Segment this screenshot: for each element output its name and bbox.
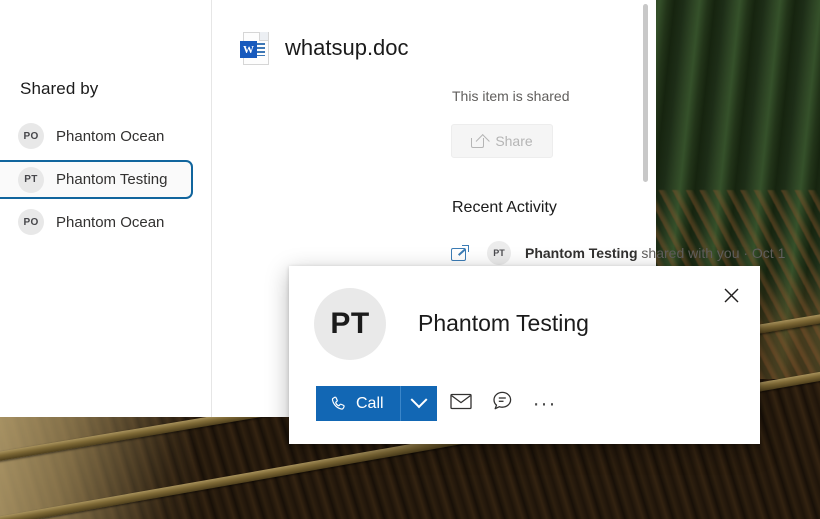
document-file-name: whatsup.doc (285, 35, 409, 60)
chevron-down-icon (410, 390, 428, 408)
screenshot-stage: Shared by PO Phantom Ocean PT Phantom Te… (0, 0, 820, 519)
call-button-label: Call (356, 394, 384, 412)
activity-actor: Phantom Testing (525, 245, 638, 261)
chat-action[interactable] (485, 387, 521, 421)
share-button-label: Share (495, 133, 533, 149)
activity-row[interactable]: PT Phantom Testing shared with you · Oct… (451, 238, 785, 268)
shared-by-heading: Shared by (20, 79, 99, 98)
activity-detail: shared with you · Oct 1 (637, 245, 786, 261)
scrollbar-thumb[interactable] (643, 4, 648, 182)
share-button[interactable]: Share (451, 124, 553, 158)
email-action[interactable] (443, 387, 479, 421)
more-icon: ··· (532, 392, 557, 415)
activity-text: Phantom Testing shared with you · Oct 1 (525, 245, 785, 261)
mail-icon (449, 393, 472, 415)
contact-name: Phantom Testing (418, 310, 589, 336)
share-icon (451, 245, 469, 261)
chat-icon (492, 391, 513, 416)
sidebar-item-person-1[interactable]: PT Phantom Testing (0, 160, 193, 199)
avatar: PO (18, 123, 44, 149)
contact-actions: Call ··· (316, 386, 563, 421)
call-options-button[interactable] (400, 386, 437, 421)
call-split-button: Call (316, 386, 437, 421)
avatar: PT (18, 166, 44, 193)
share-icon (471, 134, 487, 148)
word-icon-letter: W (240, 41, 257, 58)
phone-icon (329, 395, 347, 413)
avatar: PT (487, 241, 511, 265)
more-actions[interactable]: ··· (527, 387, 563, 421)
shared-status-text: This item is shared (452, 88, 570, 104)
person-name: Phantom Ocean (56, 213, 165, 231)
avatar: PO (18, 209, 44, 235)
avatar: PT (314, 288, 386, 360)
person-name: Phantom Ocean (56, 127, 165, 145)
person-name: Phantom Testing (56, 171, 168, 188)
word-document-icon: W (240, 32, 269, 65)
sidebar-item-person-0[interactable]: PO Phantom Ocean (0, 117, 191, 155)
close-icon[interactable] (716, 280, 746, 310)
call-button[interactable]: Call (316, 386, 400, 421)
document-header: W whatsup.doc (240, 32, 409, 65)
sidebar-item-person-2[interactable]: PO Phantom Ocean (0, 203, 191, 241)
contact-card: PT Phantom Testing Call ··· (289, 266, 760, 444)
recent-activity-heading: Recent Activity (452, 199, 557, 216)
